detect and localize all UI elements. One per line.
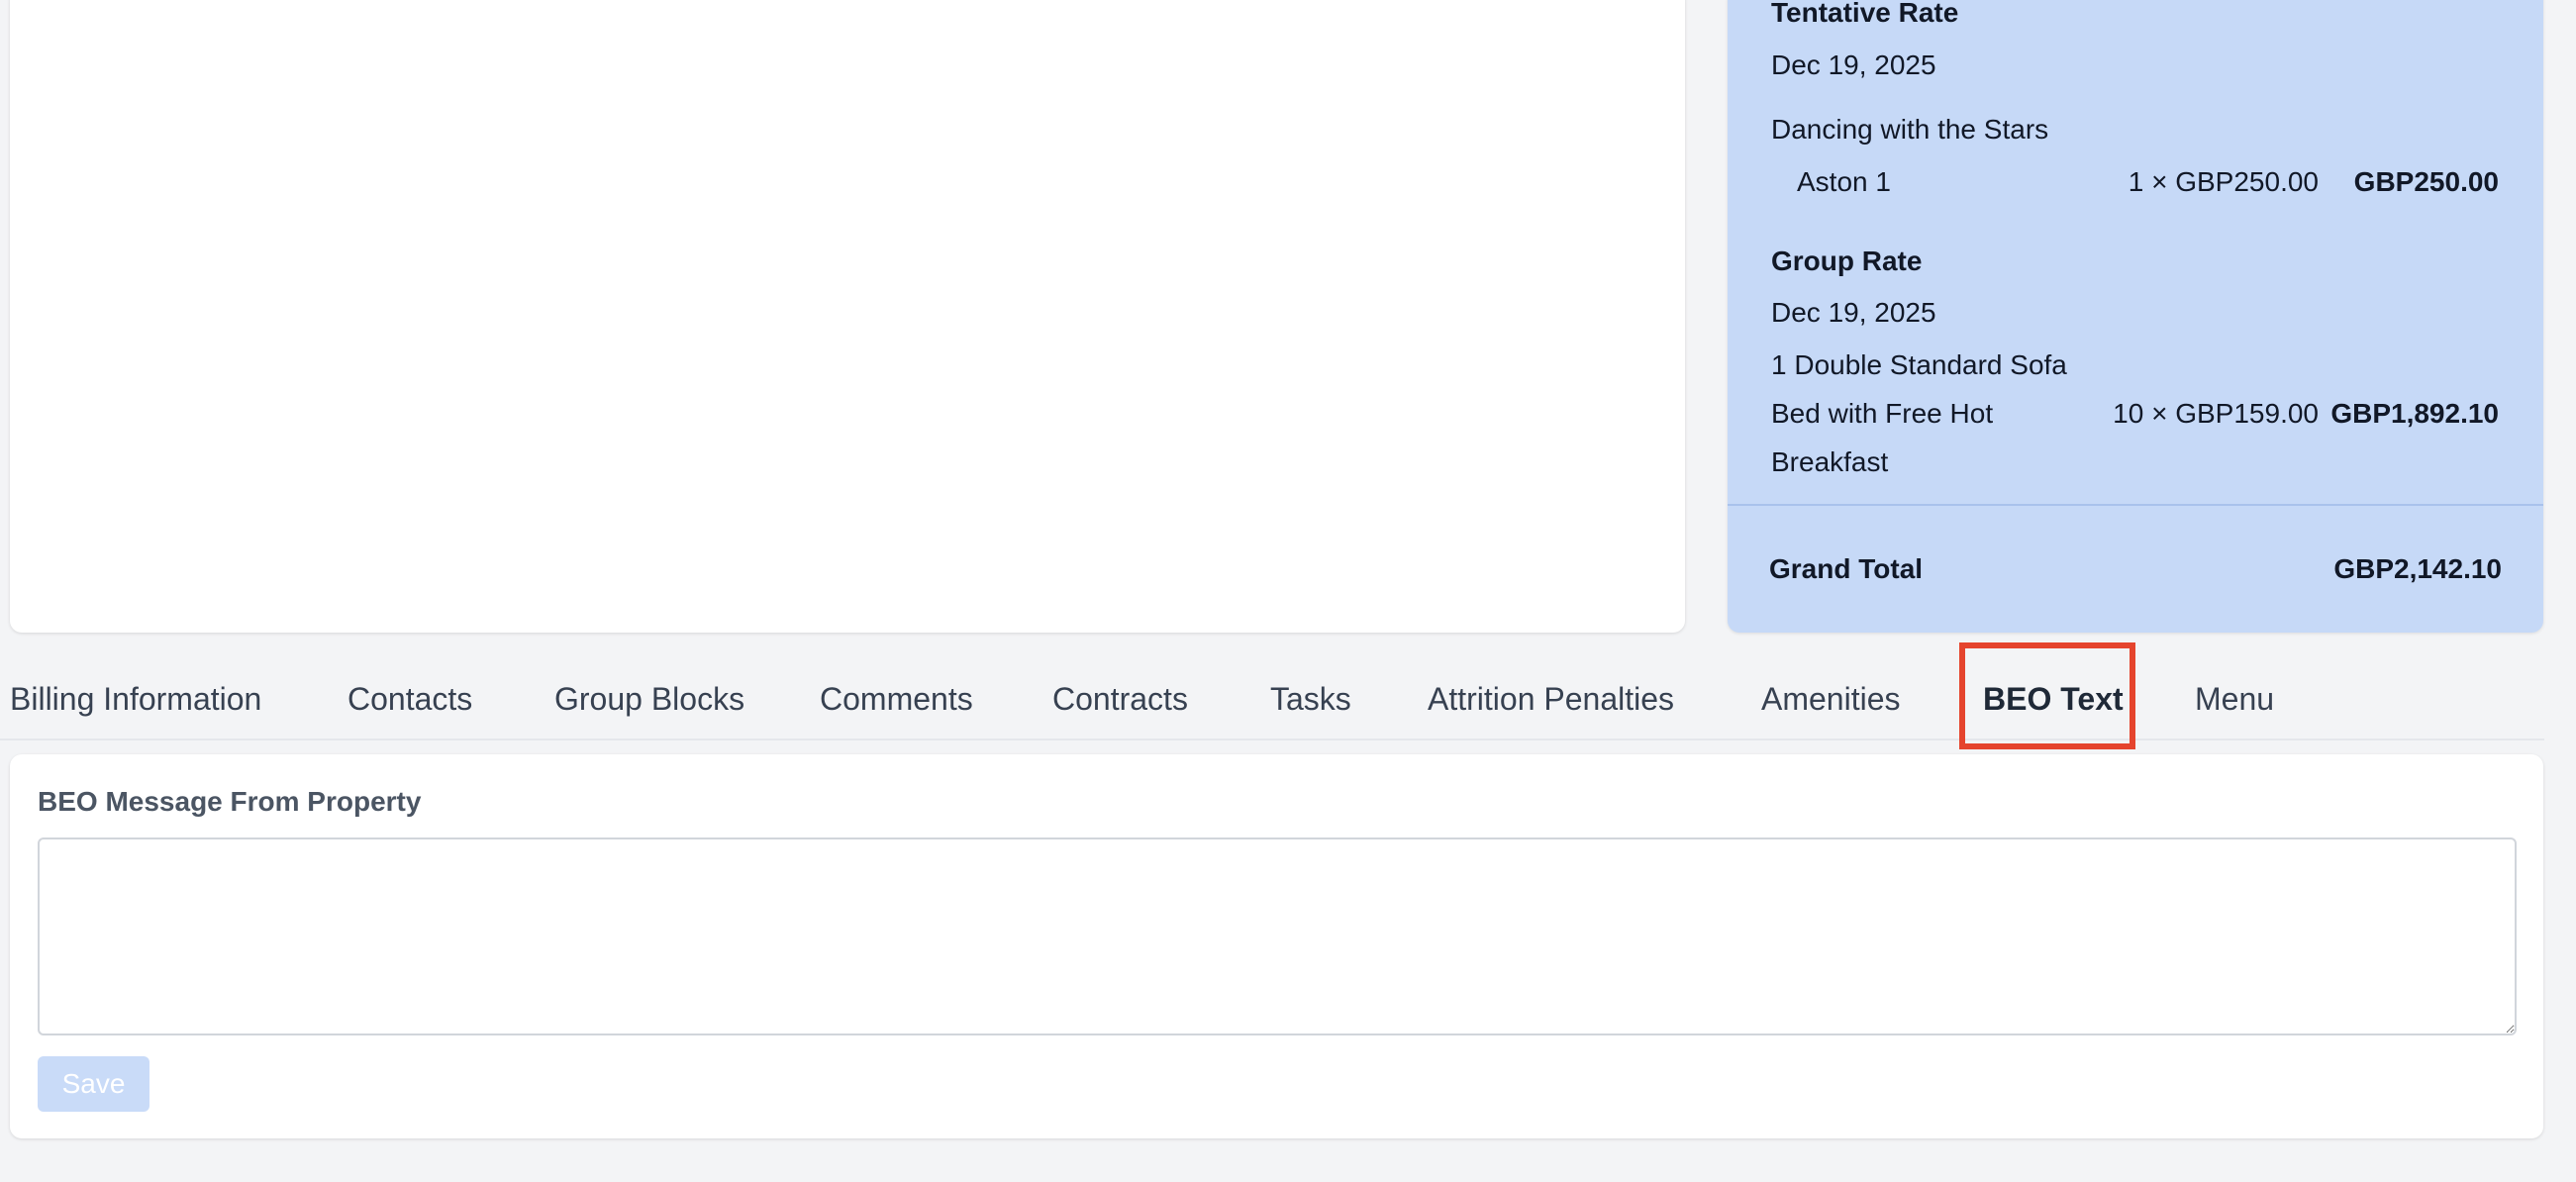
beo-text-panel: BEO Message From Property Save (10, 754, 2543, 1138)
group-rate-description-line: Bed with Free Hot (1771, 398, 1994, 429)
beo-message-label: BEO Message From Property (38, 786, 422, 817)
beo-message-textarea[interactable] (38, 837, 2517, 1035)
tab-attrition-penalties[interactable]: Attrition Penalties (1428, 643, 1674, 739)
tentative-rate-heading: Tentative Rate (1771, 0, 1959, 28)
details-panel (10, 0, 1685, 633)
group-rate-line-total: GBP1,892.10 (2330, 398, 2499, 429)
tab-bar: Billing Information Contacts Group Block… (0, 643, 2544, 740)
tab-menu[interactable]: Menu (2195, 643, 2274, 739)
grand-total-label: Grand Total (1769, 553, 1924, 584)
tentative-rate-qty-price: 1 × GBP250.00 (2128, 166, 2319, 197)
group-rate-description-line: 1 Double Standard Sofa (1771, 349, 2067, 380)
tab-group-blocks[interactable]: Group Blocks (554, 643, 744, 739)
summary-divider (1728, 504, 2543, 506)
tentative-rate-room-name: Aston 1 (1797, 166, 1891, 197)
save-button[interactable]: Save (38, 1056, 149, 1112)
tab-amenities[interactable]: Amenities (1761, 643, 1901, 739)
tab-tasks[interactable]: Tasks (1270, 643, 1351, 739)
tab-billing-information[interactable]: Billing Information (10, 643, 261, 739)
group-rate-heading: Group Rate (1771, 246, 1923, 276)
group-rate-date: Dec 19, 2025 (1771, 297, 1936, 328)
tab-comments[interactable]: Comments (820, 643, 973, 739)
tab-beo-text[interactable]: BEO Text (1983, 643, 2124, 739)
tab-contracts[interactable]: Contracts (1052, 643, 1188, 739)
tentative-rate-date: Dec 19, 2025 (1771, 49, 1936, 80)
pricing-summary-panel: Tentative Rate Dec 19, 2025 Dancing with… (1728, 0, 2543, 633)
grand-total-value: GBP2,142.10 (2333, 553, 2502, 584)
group-rate-qty-price: 10 × GBP159.00 (2113, 398, 2319, 429)
tab-contacts[interactable]: Contacts (347, 643, 472, 739)
tentative-rate-line-total: GBP250.00 (2353, 166, 2499, 197)
group-rate-description-line: Breakfast (1771, 446, 1889, 477)
tentative-rate-event-name: Dancing with the Stars (1771, 114, 2049, 145)
